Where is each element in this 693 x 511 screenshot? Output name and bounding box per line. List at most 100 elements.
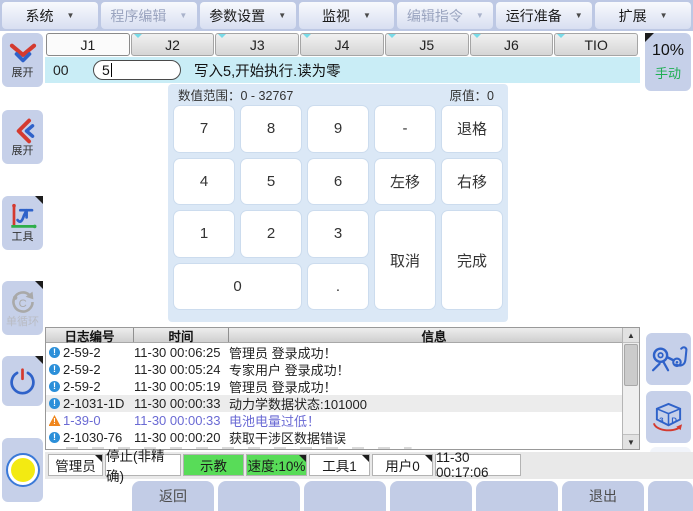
power-icon (8, 367, 37, 396)
tool-axes-icon (8, 203, 38, 230)
key-cancel[interactable]: 取消 (374, 210, 436, 310)
footer-button-empty-2[interactable] (304, 481, 386, 511)
log-header-time: 时间 (134, 328, 229, 342)
manual-mode-label: 手动 (645, 63, 691, 82)
key-3[interactable]: 3 (307, 210, 369, 258)
log-time: 11-30 00:05:24 (134, 362, 229, 377)
info-icon (49, 432, 60, 443)
drag-mode-button[interactable] (646, 333, 691, 385)
log-time: 11-30 00:00:33 (134, 396, 229, 411)
tab-j4[interactable]: J4 (300, 33, 384, 56)
tab-j3[interactable]: J3 (215, 33, 299, 56)
tab-j6[interactable]: J6 (470, 33, 554, 56)
key-1[interactable]: 1 (173, 210, 235, 258)
status-bar: 管理员 停止(非精确) 示教 速度:10% 工具1 用户0 11-30 00:1… (45, 452, 693, 479)
log-row[interactable]: 1-39-0 11-30 00:00:33 电池电量过低！ (46, 412, 622, 429)
numeric-keypad: 数值范围：0 - 32767 原值：0 7 8 9 - 退格 4 5 6 左移 … (168, 84, 508, 322)
tab-j2[interactable]: J2 (131, 33, 215, 56)
tool-label: 工具 (12, 231, 34, 243)
status-user-frame-label: 用户0 (385, 455, 420, 475)
key-minus[interactable]: - (374, 105, 436, 153)
status-user[interactable]: 管理员 (48, 454, 103, 476)
menu-item-edit-command: 编辑指令 (397, 2, 493, 29)
menu-item-monitor[interactable]: 监视 (299, 2, 395, 29)
key-2[interactable]: 2 (240, 210, 302, 258)
log-row[interactable]: 2-59-2 11-30 00:06:25 管理员 登录成功！ (46, 344, 622, 361)
log-header-id: 日志编号 (46, 328, 134, 342)
scroll-down-icon[interactable] (623, 434, 639, 449)
tool-button[interactable]: 工具 (2, 196, 43, 250)
log-row[interactable]: 2-59-2 11-30 00:05:24 专家用户 登录成功！ (46, 361, 622, 378)
log-id: 1-39-0 (63, 413, 134, 428)
record-button[interactable] (2, 438, 43, 502)
svg-text:3: 3 (659, 415, 664, 424)
menu-item-param-settings[interactable]: 参数设置 (200, 2, 296, 29)
corner-fold-icon (299, 455, 306, 462)
status-time-label: 11-30 00:17:06 (436, 450, 520, 480)
key-move-right[interactable]: 右移 (441, 158, 503, 206)
keypad-header: 数值范围：0 - 32767 原值：0 (168, 84, 508, 102)
key-6[interactable]: 6 (307, 158, 369, 206)
log-id: 2-1030-76 (63, 430, 134, 445)
menu-item-extend[interactable]: 扩展 (595, 2, 691, 29)
back-button[interactable]: 返回 (132, 481, 214, 511)
key-9[interactable]: 9 (307, 105, 369, 153)
joint-tab-bar: J1 J2 J3 J4 J5 J6 TIO (46, 33, 638, 56)
key-7[interactable]: 7 (173, 105, 235, 153)
log-header: 日志编号 时间 信息 (46, 328, 639, 343)
log-row[interactable]: 2-59-2 11-30 00:05:19 管理员 登录成功！ (46, 378, 622, 395)
key-move-left[interactable]: 左移 (374, 158, 436, 206)
value-input[interactable]: 5 (93, 60, 181, 80)
tab-j5[interactable]: J5 (385, 33, 469, 56)
menu-item-system[interactable]: 系统 (2, 2, 98, 29)
power-button[interactable] (2, 356, 43, 406)
log-row[interactable]: 2-1031-1D 11-30 00:00:33 动力学数据状态:101000 (46, 395, 622, 412)
footer-button-empty-4[interactable] (476, 481, 558, 511)
3d-cube-icon: 3 D (651, 402, 686, 433)
log-panel: 日志编号 时间 信息 2-59-2 11-30 00:06:25 管理员 登录成… (45, 327, 640, 450)
corner-fold-icon (95, 455, 102, 462)
tab-tio[interactable]: TIO (554, 33, 638, 56)
key-4[interactable]: 4 (173, 158, 235, 206)
scroll-up-icon[interactable] (623, 328, 639, 343)
key-0[interactable]: 0 (173, 263, 302, 311)
info-icon (49, 381, 60, 392)
key-8[interactable]: 8 (240, 105, 302, 153)
scrollbar-thumb[interactable] (624, 344, 638, 386)
info-icon (49, 398, 60, 409)
expand-down-button[interactable]: 展开 (2, 33, 43, 87)
status-tool[interactable]: 工具1 (309, 454, 370, 476)
corner-fold-icon (362, 455, 369, 462)
info-icon (49, 347, 60, 358)
key-dot[interactable]: . (307, 263, 369, 311)
value-range-label: 数值范围：0 - 32767 (178, 85, 293, 104)
speed-mode-box[interactable]: 10% 手动 (645, 33, 691, 91)
log-id: 2-59-2 (63, 345, 134, 360)
log-row[interactable]: 2-1030-76 11-30 00:00:20 获取干涉区数据错误 (46, 429, 622, 446)
chevrons-down-icon (8, 42, 38, 66)
chevrons-left-icon (10, 118, 36, 144)
tab-j1[interactable]: J1 (46, 33, 130, 56)
exit-button[interactable]: 退出 (562, 481, 644, 511)
key-5[interactable]: 5 (240, 158, 302, 206)
log-time: 11-30 00:06:25 (134, 345, 229, 360)
text-caret (111, 63, 113, 77)
status-user-label: 管理员 (55, 455, 96, 475)
footer-button-empty-5[interactable] (648, 481, 693, 511)
footer-button-empty-1[interactable] (218, 481, 300, 511)
expand-left-label: 展开 (12, 145, 34, 157)
log-scrollbar[interactable] (622, 328, 639, 449)
footer-button-empty-3[interactable] (390, 481, 472, 511)
parameter-description: 写入5,开始执行.读为零 (194, 60, 341, 81)
expand-left-button[interactable]: 展开 (2, 110, 43, 164)
status-user-frame[interactable]: 用户0 (372, 454, 433, 476)
corner-fold-icon (425, 455, 432, 462)
key-backspace[interactable]: 退格 (441, 105, 503, 153)
status-speed[interactable]: 速度:10% (246, 454, 307, 476)
3d-view-button[interactable]: 3 D (646, 391, 691, 443)
menu-item-run-prep[interactable]: 运行准备 (496, 2, 592, 29)
key-done[interactable]: 完成 (441, 210, 503, 310)
log-time: 11-30 00:00:20 (134, 430, 229, 445)
log-id: 2-59-2 (63, 379, 134, 394)
corner-fold-icon (35, 356, 43, 364)
